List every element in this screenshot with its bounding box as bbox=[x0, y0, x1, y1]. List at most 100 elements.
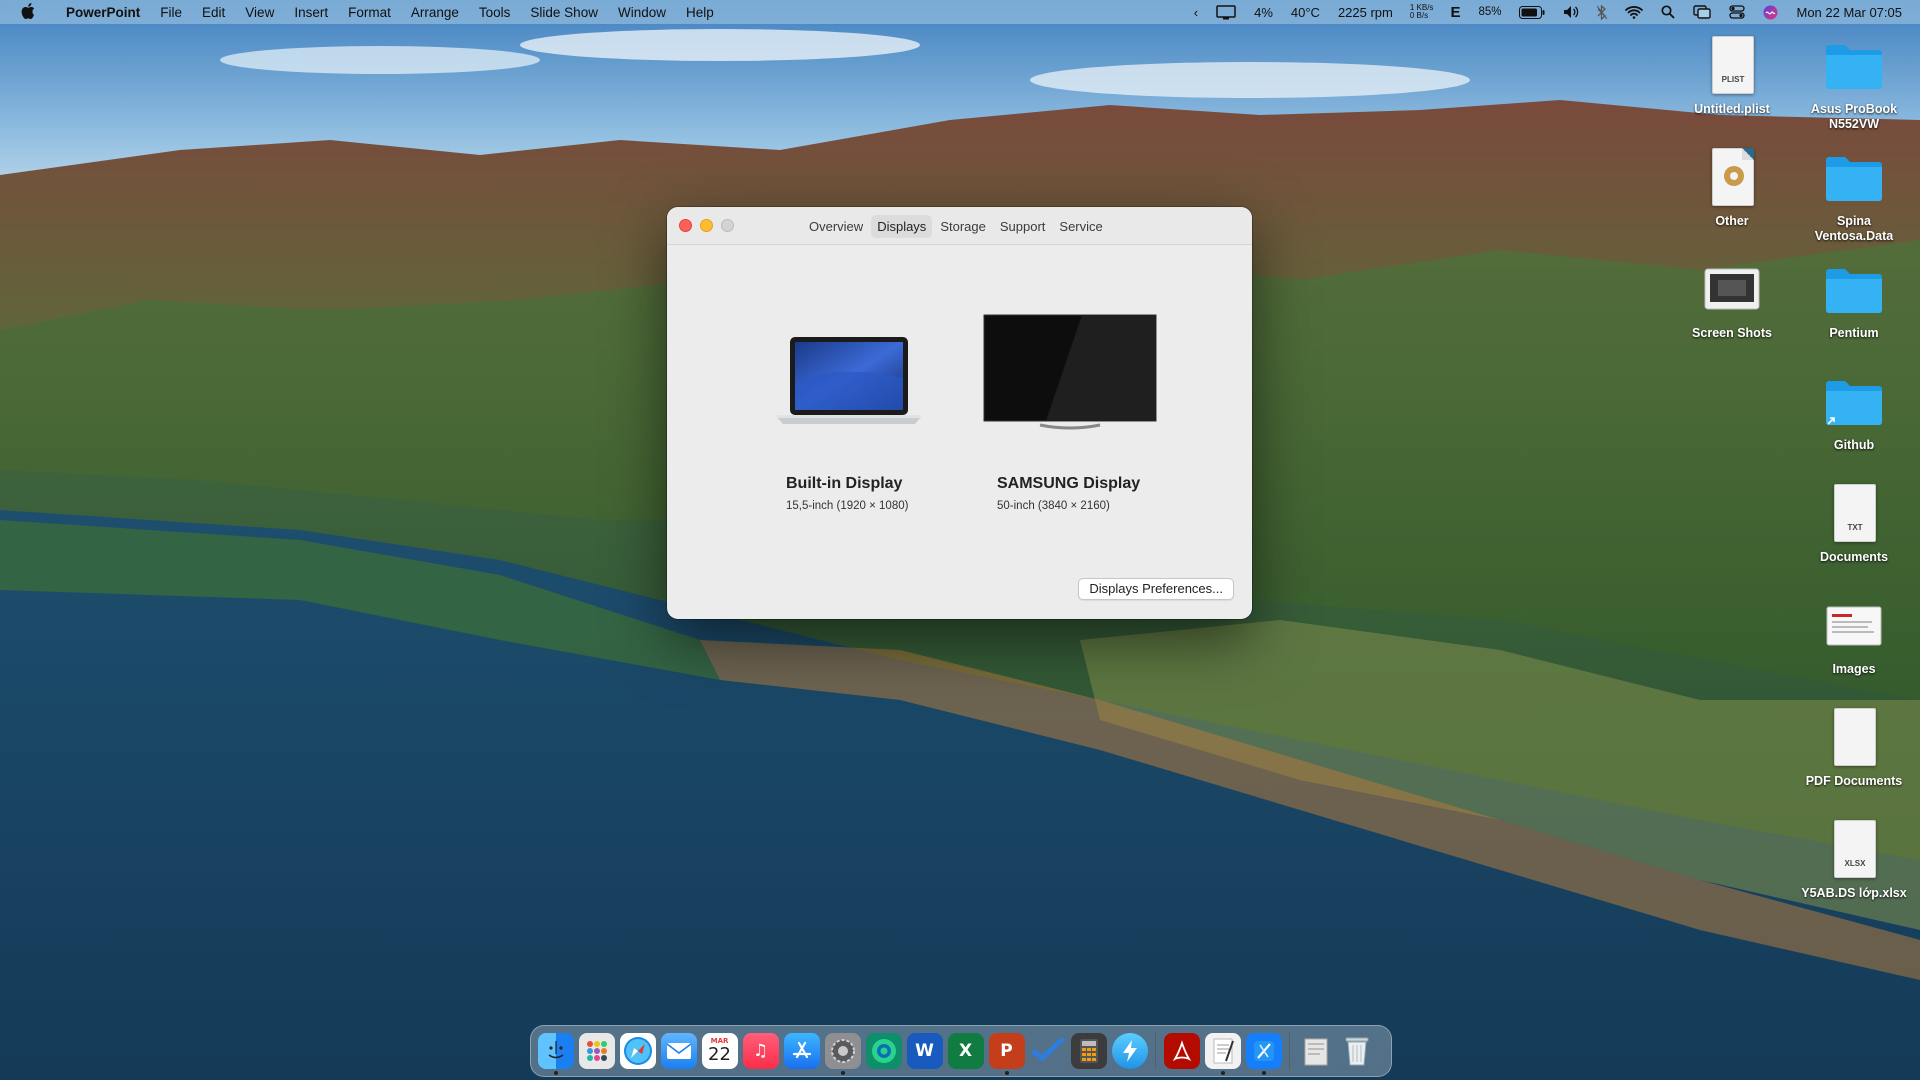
menu-bar: PowerPoint File Edit View Insert Format … bbox=[0, 0, 1920, 24]
dock-downloads-stack-icon[interactable] bbox=[1298, 1033, 1334, 1069]
builtin-display-info: Built-in Display 15,5-inch (1920 × 1080) bbox=[786, 475, 908, 512]
dock-visual-studio-icon[interactable] bbox=[1030, 1033, 1066, 1069]
spotlight-icon[interactable] bbox=[1652, 5, 1684, 19]
menu-insert[interactable]: Insert bbox=[284, 5, 338, 20]
dock-reeder-icon[interactable] bbox=[1111, 1033, 1148, 1069]
bluetooth-icon[interactable] bbox=[1588, 4, 1616, 20]
volume-icon[interactable] bbox=[1554, 5, 1588, 19]
battery-icon[interactable] bbox=[1510, 5, 1554, 19]
desktop-icon-documents[interactable]: TXT Documents bbox=[1799, 482, 1909, 565]
folder-icon bbox=[1826, 45, 1882, 89]
desktop-icon-label: Other bbox=[1715, 214, 1749, 228]
dock-acrobat-icon[interactable] bbox=[1163, 1033, 1200, 1069]
menu-help[interactable]: Help bbox=[676, 5, 724, 20]
desktop-icon-label: Screen Shots bbox=[1692, 326, 1772, 340]
display-name: SAMSUNG Display bbox=[997, 475, 1141, 492]
network-speed[interactable]: 1 KB/s 0 B/s bbox=[1402, 4, 1442, 20]
temperature-reading[interactable]: 40°C bbox=[1282, 5, 1329, 20]
desktop-icon-label: Asus ProBook N552VW bbox=[1810, 102, 1898, 131]
desktop-icon-other[interactable]: Other bbox=[1677, 146, 1787, 229]
menu-format[interactable]: Format bbox=[338, 5, 401, 20]
document-icon bbox=[1712, 148, 1754, 206]
about-this-mac-window: Overview Displays Storage Support Servic… bbox=[667, 207, 1252, 619]
app-menu[interactable]: PowerPoint bbox=[56, 5, 150, 20]
siri-icon[interactable] bbox=[1754, 5, 1787, 20]
menu-window[interactable]: Window bbox=[608, 5, 676, 20]
dock-trash-icon[interactable] bbox=[1339, 1033, 1375, 1069]
dock-edge-dev-icon[interactable] bbox=[865, 1033, 902, 1069]
window-titlebar[interactable]: Overview Displays Storage Support Servic… bbox=[667, 207, 1252, 245]
desktop-icon-asus-probook[interactable]: Asus ProBook N552VW bbox=[1799, 34, 1909, 132]
screenshot-thumbnail-icon bbox=[1704, 268, 1760, 310]
tab-service[interactable]: Service bbox=[1053, 215, 1108, 238]
external-display-icon bbox=[983, 314, 1157, 430]
dock-separator bbox=[1289, 1032, 1290, 1070]
dock-calculator-icon[interactable] bbox=[1070, 1033, 1107, 1069]
dock-xcode-icon[interactable] bbox=[1245, 1033, 1282, 1075]
folder-alias-icon bbox=[1826, 381, 1882, 425]
status-area: ‹ 4% 40°C 2225 rpm 1 KB/s 0 B/s E 85% Mo… bbox=[1185, 0, 1920, 24]
desktop-icon-label: Untitled.plist bbox=[1694, 102, 1770, 116]
screen-mirroring-icon[interactable] bbox=[1684, 5, 1720, 19]
wifi-icon[interactable] bbox=[1616, 5, 1652, 19]
displays-preferences-button[interactable]: Displays Preferences... bbox=[1078, 578, 1234, 600]
close-button[interactable] bbox=[679, 219, 692, 232]
dock: MAR 22 ♫ W X P bbox=[530, 1025, 1392, 1077]
dock-calendar-icon[interactable]: MAR 22 bbox=[701, 1033, 738, 1069]
dock-music-icon[interactable]: ♫ bbox=[742, 1033, 779, 1069]
zoom-button bbox=[721, 219, 734, 232]
cpu-usage[interactable]: 4% bbox=[1245, 5, 1282, 20]
dock-textedit-icon[interactable] bbox=[1204, 1033, 1241, 1075]
display-name: Built-in Display bbox=[786, 475, 903, 492]
menu-slide-show[interactable]: Slide Show bbox=[520, 5, 608, 20]
menu-file[interactable]: File bbox=[150, 5, 192, 20]
minimize-button[interactable] bbox=[700, 219, 713, 232]
samsung-display-info: SAMSUNG Display 50-inch (3840 × 2160) bbox=[997, 475, 1140, 512]
dock-safari-icon[interactable] bbox=[619, 1033, 656, 1069]
dock-powerpoint-icon[interactable]: P bbox=[988, 1033, 1025, 1075]
desktop-icon-github[interactable]: Github bbox=[1799, 370, 1909, 453]
desktop-icon-pentium[interactable]: Pentium bbox=[1799, 258, 1909, 341]
image-thumbnail-icon bbox=[1826, 606, 1882, 646]
battery-percent[interactable]: 85% bbox=[1469, 6, 1510, 18]
desktop-icon-screen-shots[interactable]: Screen Shots bbox=[1677, 258, 1787, 341]
menu-tools[interactable]: Tools bbox=[469, 5, 521, 20]
dock-excel-icon[interactable]: X bbox=[947, 1033, 984, 1069]
plist-file-icon: PLIST bbox=[1712, 36, 1754, 94]
tab-overview[interactable]: Overview bbox=[803, 215, 869, 238]
dock-system-preferences-icon[interactable] bbox=[824, 1033, 861, 1075]
desktop-icon-pdf-documents[interactable]: PDF Documents bbox=[1799, 706, 1909, 789]
folder-icon bbox=[1826, 157, 1882, 201]
desktop-icon-label: Images bbox=[1832, 662, 1876, 676]
dock-finder-icon[interactable] bbox=[537, 1033, 574, 1075]
desktop-icon-images[interactable]: Images bbox=[1799, 594, 1909, 677]
display-spec: 15,5-inch (1920 × 1080) bbox=[786, 500, 909, 512]
menu-view[interactable]: View bbox=[235, 5, 284, 20]
dock-launchpad-icon[interactable] bbox=[578, 1033, 615, 1069]
dock-app-store-icon[interactable] bbox=[783, 1033, 820, 1069]
desktop-icon-y5ab-xlsx[interactable]: XLSX Y5AB.DS lớp.xlsx bbox=[1799, 818, 1909, 901]
pdf-file-icon bbox=[1834, 708, 1876, 766]
desktop-icon-untitled-plist[interactable]: PLIST Untitled.plist bbox=[1677, 34, 1787, 117]
apple-menu[interactable] bbox=[0, 2, 56, 22]
control-center-icon[interactable] bbox=[1720, 5, 1754, 19]
desktop-icon-label: Y5AB.DS lớp.xlsx bbox=[1801, 886, 1907, 900]
dock-mail-icon[interactable] bbox=[660, 1033, 697, 1069]
fan-speed[interactable]: 2225 rpm bbox=[1329, 5, 1402, 20]
desktop-icon-label: Github bbox=[1833, 438, 1875, 452]
menu-arrange[interactable]: Arrange bbox=[401, 5, 469, 20]
input-source[interactable]: E bbox=[1441, 4, 1469, 21]
clock[interactable]: Mon 22 Mar 07:05 bbox=[1787, 5, 1920, 20]
dock-word-icon[interactable]: W bbox=[906, 1033, 943, 1069]
display-icon[interactable] bbox=[1207, 4, 1245, 20]
text-file-icon: TXT bbox=[1834, 484, 1876, 542]
tab-displays[interactable]: Displays bbox=[871, 215, 933, 238]
laptop-display-icon bbox=[777, 337, 921, 424]
menu-edit[interactable]: Edit bbox=[192, 5, 235, 20]
dock-separator bbox=[1155, 1032, 1156, 1070]
desktop-icon-spina-ventosa[interactable]: Spina Ventosa.Data bbox=[1799, 146, 1909, 244]
chevron-left-icon[interactable]: ‹ bbox=[1185, 5, 1207, 20]
tab-bar: Overview Displays Storage Support Servic… bbox=[803, 215, 1109, 238]
tab-storage[interactable]: Storage bbox=[934, 215, 992, 238]
tab-support[interactable]: Support bbox=[994, 215, 1052, 238]
